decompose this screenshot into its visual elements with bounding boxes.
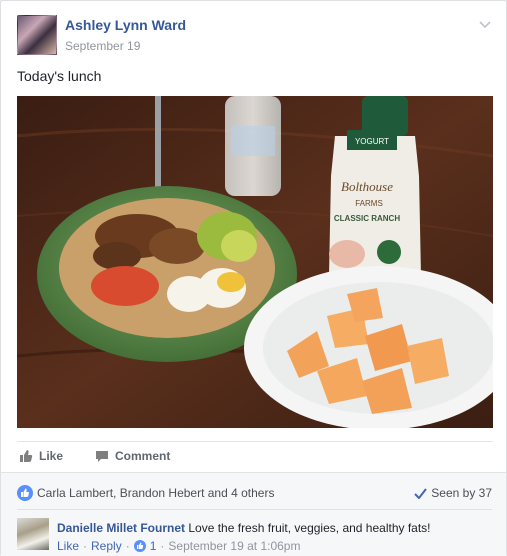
post-text: Today's lunch [17,68,102,84]
thumbs-up-icon [20,450,33,462]
bottle-farms-text: FARMS [355,199,383,208]
seen-by-text: Seen by 37 [431,486,492,500]
like-button[interactable]: Like [19,449,63,463]
bottle-yogurt-text: YOGURT [355,137,389,146]
comment-meta: Like · Reply · 1 · September 19 at 1:06p… [57,539,300,553]
comment-icon [96,451,108,462]
comment-body: Danielle Millet Fournet Love the fresh f… [57,521,431,535]
footer-divider [17,509,492,510]
comment-label: Comment [115,449,171,463]
comment-item: Danielle Millet Fournet Love the fresh f… [17,518,492,554]
likers-text[interactable]: Carla Lambert, Brandon Hebert and 4 othe… [37,486,274,500]
meta-separator: · [83,539,88,553]
bottle-brand-text: Bolthouse [341,179,393,194]
lunch-photo-illustration: YOGURT Bolthouse FARMS CLASSIC RANCH [17,96,493,428]
comment-timestamp[interactable]: September 19 at 1:06pm [168,539,300,553]
post-photo[interactable]: YOGURT Bolthouse FARMS CLASSIC RANCH [17,96,493,428]
like-reaction-icon [17,485,33,501]
post-actions: Like Comment [17,441,493,471]
meta-separator: · [160,539,165,553]
commenter-avatar[interactable] [17,518,49,550]
comment-text: Love the fresh fruit, veggies, and healt… [188,521,431,535]
comment-like-count[interactable]: 1 [150,539,157,553]
commenter-name[interactable]: Danielle Millet Fournet [57,521,185,535]
author-name[interactable]: Ashley Lynn Ward [65,17,186,33]
bottle-ranch-text: CLASSIC RANCH [334,214,400,223]
comment-button[interactable]: Comment [95,449,170,463]
like-label: Like [39,449,64,463]
chevron-down-icon[interactable] [478,17,492,31]
comment-like-link[interactable]: Like [57,539,79,553]
checkmark-icon [414,487,428,499]
comment-like-icon [133,540,146,552]
reactions-row: Carla Lambert, Brandon Hebert and 4 othe… [17,484,492,502]
post-date[interactable]: September 19 [65,39,140,53]
meta-separator: · [125,539,130,553]
seen-by[interactable]: Seen by 37 [414,486,492,500]
post-header: Ashley Lynn Ward September 19 [17,15,492,55]
post-card: Ashley Lynn Ward September 19 Today's lu… [0,0,507,556]
author-avatar[interactable] [17,15,57,55]
comment-reply-link[interactable]: Reply [91,539,122,553]
post-footer: Carla Lambert, Brandon Hebert and 4 othe… [1,472,506,556]
